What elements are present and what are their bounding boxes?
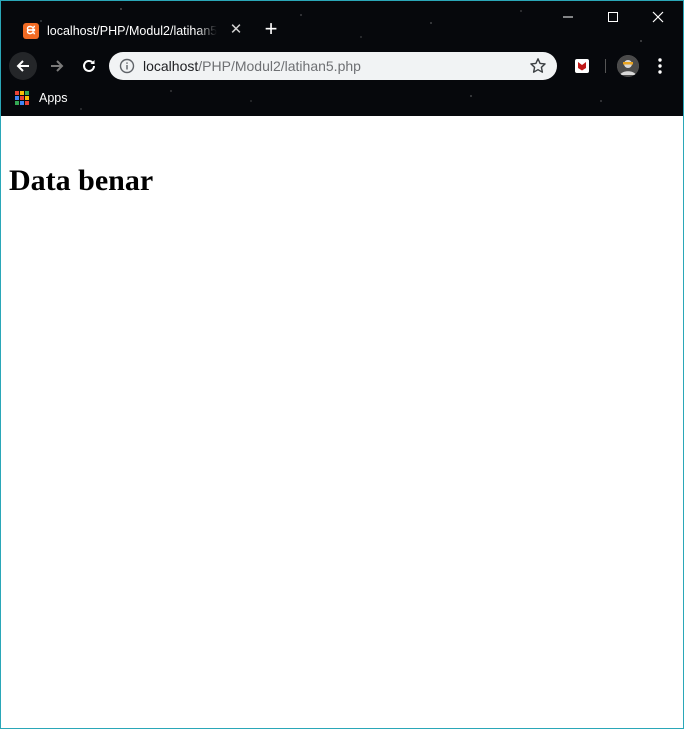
maximize-icon <box>608 12 618 22</box>
address-bar[interactable]: localhost/PHP/Modul2/latihan5.php <box>109 52 557 80</box>
forward-button[interactable] <box>43 52 71 80</box>
bookmarks-bar: Apps <box>15 88 68 108</box>
tab-close-icon[interactable]: ✕ <box>227 21 245 39</box>
close-window-button[interactable] <box>636 3 680 31</box>
more-vertical-icon <box>658 58 662 74</box>
url-path: /PHP/Modul2/latihan5.php <box>198 58 361 74</box>
tab-active[interactable]: ᙠ localhost/PHP/Modul2/latihan5.php ✕ <box>9 15 249 47</box>
close-icon <box>652 11 664 23</box>
maximize-button[interactable] <box>591 3 635 31</box>
xampp-favicon-icon: ᙠ <box>23 23 39 39</box>
page-heading: Data benar <box>9 164 154 197</box>
mcafee-shield-icon <box>575 59 589 73</box>
apps-bookmark[interactable]: Apps <box>39 91 68 105</box>
browser-menu-button[interactable] <box>651 55 669 77</box>
url-text[interactable]: localhost/PHP/Modul2/latihan5.php <box>143 52 361 80</box>
apps-grid-icon[interactable] <box>15 91 29 105</box>
browser-window: ᙠ localhost/PHP/Modul2/latihan5.php ✕ + <box>0 0 684 729</box>
arrow-left-icon <box>16 60 29 72</box>
avatar-icon <box>617 55 639 77</box>
extension-button[interactable] <box>571 55 593 77</box>
bookmark-star-icon[interactable] <box>529 57 547 75</box>
minimize-icon <box>563 16 573 18</box>
reload-button[interactable] <box>75 52 103 80</box>
new-tab-button[interactable]: + <box>259 17 283 41</box>
back-button[interactable] <box>9 52 37 80</box>
profile-avatar[interactable] <box>617 55 639 77</box>
info-icon[interactable] <box>119 58 135 74</box>
toolbar-separator <box>605 59 606 73</box>
arrow-right-icon <box>51 60 64 72</box>
tab-title: localhost/PHP/Modul2/latihan5.php <box>47 24 217 38</box>
url-host: localhost <box>143 58 199 74</box>
page-content: Data benar <box>1 116 683 728</box>
minimize-button[interactable] <box>546 3 590 31</box>
browser-chrome: ᙠ localhost/PHP/Modul2/latihan5.php ✕ + <box>1 1 683 116</box>
reload-icon <box>83 59 95 72</box>
